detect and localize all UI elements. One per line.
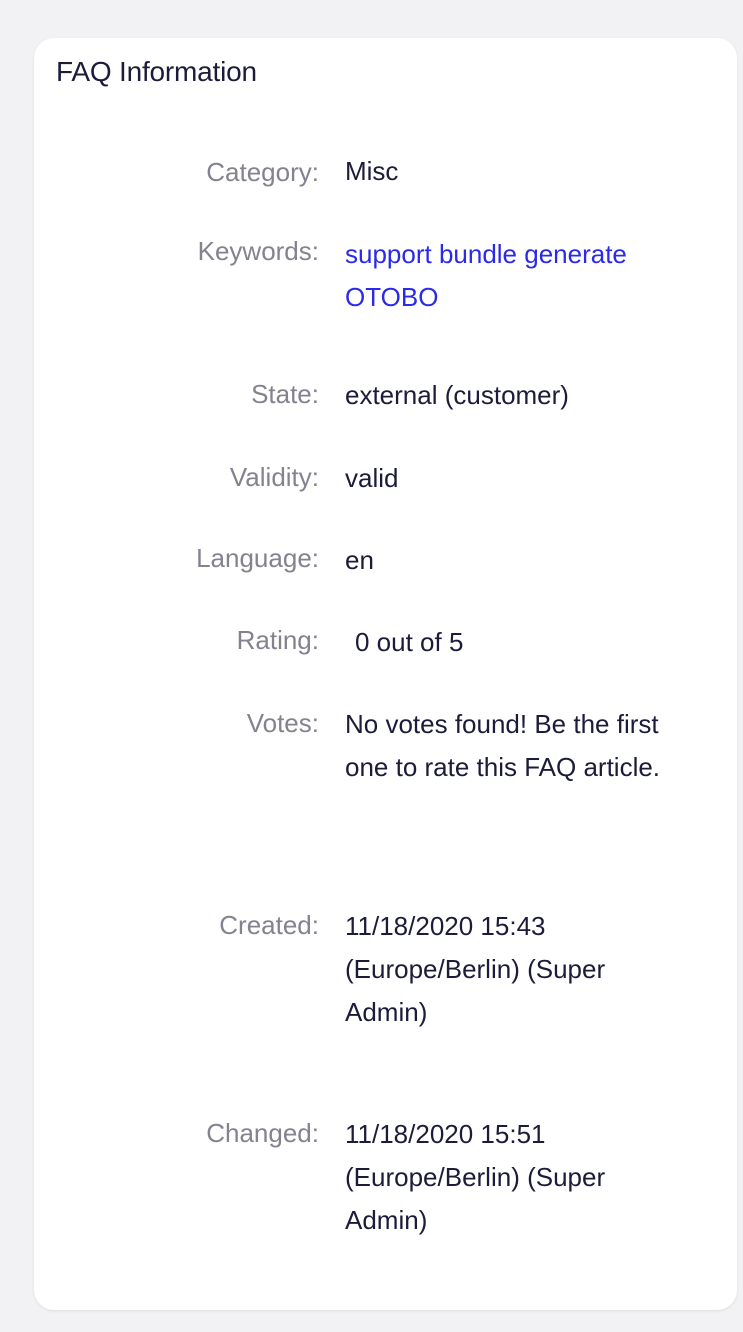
language-value: en <box>345 545 374 575</box>
state-value: external (customer) <box>345 380 569 410</box>
keywords-link[interactable]: support bundle generate OTOBO <box>345 233 705 319</box>
rating-label: Rating: <box>236 625 319 655</box>
state-label: State: <box>251 379 319 409</box>
validity-value: valid <box>345 463 399 493</box>
changed-value: 11/18/2020 15:51 (Europe/Berlin) (Super … <box>345 1119 606 1235</box>
votes-value: No votes found! Be the first one to rate… <box>345 709 661 782</box>
panel-title: FAQ Information <box>56 56 257 87</box>
created-value: 11/18/2020 15:43 (Europe/Berlin) (Super … <box>345 911 606 1027</box>
faq-information-panel: FAQ Information Category: Misc Keywords:… <box>34 38 737 1310</box>
keywords-label: Keywords: <box>197 236 319 266</box>
category-label: Category: <box>206 157 319 187</box>
language-label: Language: <box>196 543 319 573</box>
changed-label: Changed: <box>206 1118 319 1148</box>
created-label: Created: <box>219 910 319 940</box>
category-value: Misc <box>345 156 399 186</box>
validity-label: Validity: <box>229 462 319 492</box>
votes-label: Votes: <box>246 708 319 738</box>
rating-value: 0 out of 5 <box>355 627 464 657</box>
